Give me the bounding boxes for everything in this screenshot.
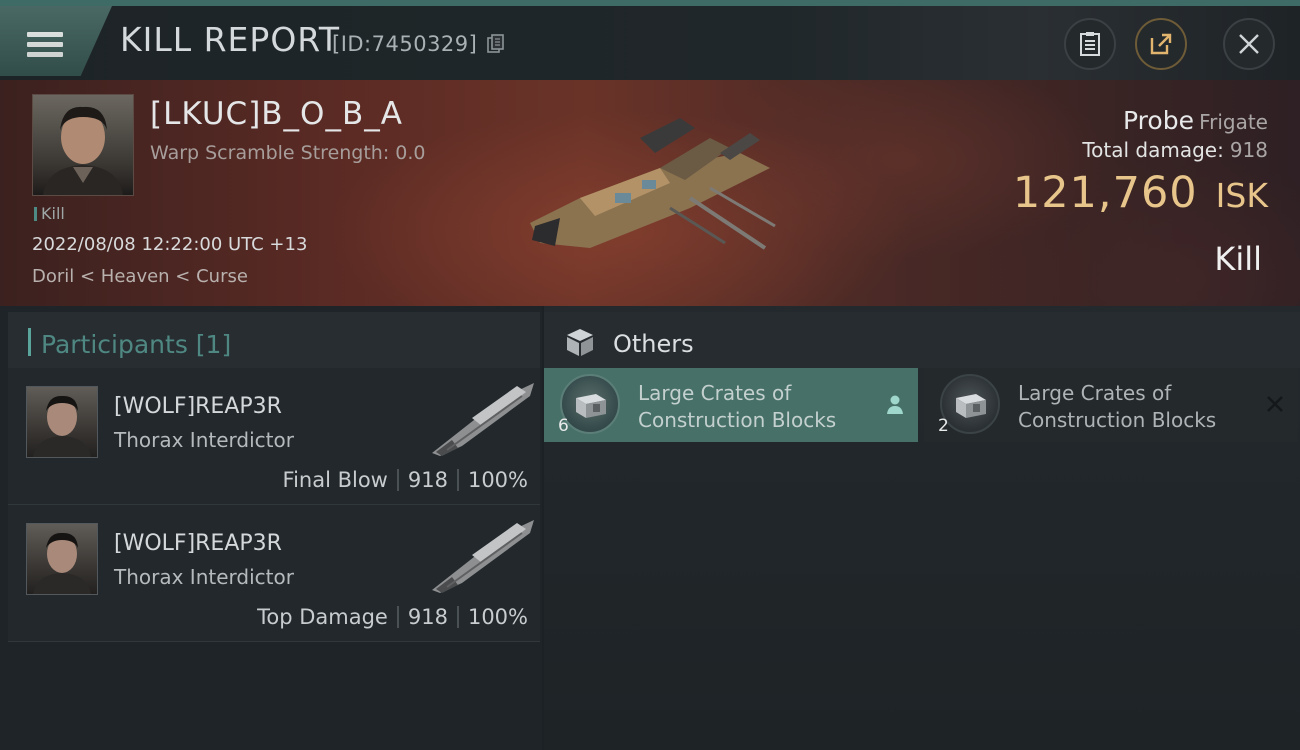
participants-header[interactable]: Participants [1]: [8, 312, 540, 368]
others-header: Others: [544, 312, 1300, 368]
loot-item[interactable]: 6 Large Crates of Construction Blocks: [544, 368, 918, 442]
clipboard-button[interactable]: [1064, 18, 1116, 70]
warp-scramble-strength: Warp Scramble Strength: 0.0: [150, 142, 426, 164]
participant-damage: 918: [407, 605, 448, 629]
clipboard-icon: [1080, 32, 1100, 56]
item-name: Large Crates of Construction Blocks: [638, 381, 837, 432]
total-damage-label: Total damage:: [1082, 138, 1224, 162]
participant-ship: Thorax Interdictor: [114, 428, 294, 452]
stat-divider: [456, 469, 459, 491]
victim-ship-class: Frigate: [1199, 110, 1268, 134]
item-icon: [560, 374, 620, 434]
report-id: [ID:7450329]: [332, 32, 478, 56]
participant-stats: Top Damage 918 100%: [257, 605, 528, 629]
item-icon: [940, 374, 1000, 434]
participant-role: Final Blow: [282, 468, 388, 492]
share-icon: [1150, 33, 1172, 55]
page-title: KILL REPORT: [120, 20, 340, 59]
participants-panel: Participants [1] [WOLF]REAP3R Thorax Int…: [0, 306, 542, 750]
menu-icon: [27, 32, 63, 58]
kill-location: Doril < Heaven < Curse: [32, 266, 248, 287]
total-damage-line: Total damage: 918: [1082, 138, 1268, 162]
share-button[interactable]: [1135, 18, 1187, 70]
victim-banner: [LKUC]B_O_B_A Warp Scramble Strength: 0.…: [0, 80, 1300, 306]
others-panel: Others 6 Large Crates of Construction Bl…: [544, 306, 1300, 750]
participant-ship-image: [432, 520, 534, 593]
result-label: Kill: [1214, 240, 1262, 278]
close-button[interactable]: [1223, 18, 1275, 70]
kill-datetime: 2022/08/08 12:22:00 UTC +13: [32, 234, 308, 255]
participant-damage: 918: [407, 468, 448, 492]
participant-stats: Final Blow 918 100%: [283, 468, 528, 492]
isk-value: 121,760: [1012, 168, 1198, 218]
participant-portrait[interactable]: [26, 523, 98, 595]
victim-portrait[interactable]: [32, 94, 134, 196]
victim-name: [LKUC]B_O_B_A: [150, 96, 403, 132]
participant-percent: 100%: [467, 468, 528, 492]
close-icon: [1239, 34, 1259, 54]
stat-divider: [456, 606, 459, 628]
participant-name: [WOLF]REAP3R: [114, 394, 282, 419]
victim-ship-image: [530, 118, 776, 250]
total-damage-value: 918: [1229, 138, 1268, 162]
participants-header-label: Participants [1]: [41, 330, 232, 359]
stat-divider: [396, 469, 399, 491]
cube-icon: [567, 329, 593, 356]
participant-ship-image: [432, 383, 534, 456]
loot-item[interactable]: 2 Large Crates of Construction Blocks: [924, 368, 1298, 442]
item-name: Large Crates of Construction Blocks: [1018, 381, 1217, 432]
participant-role: Top Damage: [257, 605, 388, 629]
participant-ship: Thorax Interdictor: [114, 565, 294, 589]
victim-ship-name: Probe: [1123, 106, 1194, 135]
participant-row[interactable]: [WOLF]REAP3R Thorax Interdictor Top Dama…: [8, 505, 540, 642]
copy-icon[interactable]: [487, 34, 505, 54]
isk-unit: ISK: [1215, 176, 1268, 215]
participant-name: [WOLF]REAP3R: [114, 531, 282, 556]
destroyed-x-icon: [1267, 396, 1283, 412]
participant-row[interactable]: [WOLF]REAP3R Thorax Interdictor Final Bl…: [8, 368, 540, 505]
person-icon: [887, 395, 903, 414]
item-quantity: 6: [558, 416, 569, 436]
victim-ship-line: Probe Frigate: [1123, 106, 1268, 135]
isk-line: 121,760 ISK: [1013, 168, 1268, 218]
item-quantity: 2: [938, 416, 949, 436]
participant-portrait[interactable]: [26, 386, 98, 458]
kill-tag: Kill: [34, 204, 65, 223]
participant-percent: 100%: [467, 605, 528, 629]
stat-divider: [396, 606, 399, 628]
others-header-label: Others: [613, 330, 694, 358]
